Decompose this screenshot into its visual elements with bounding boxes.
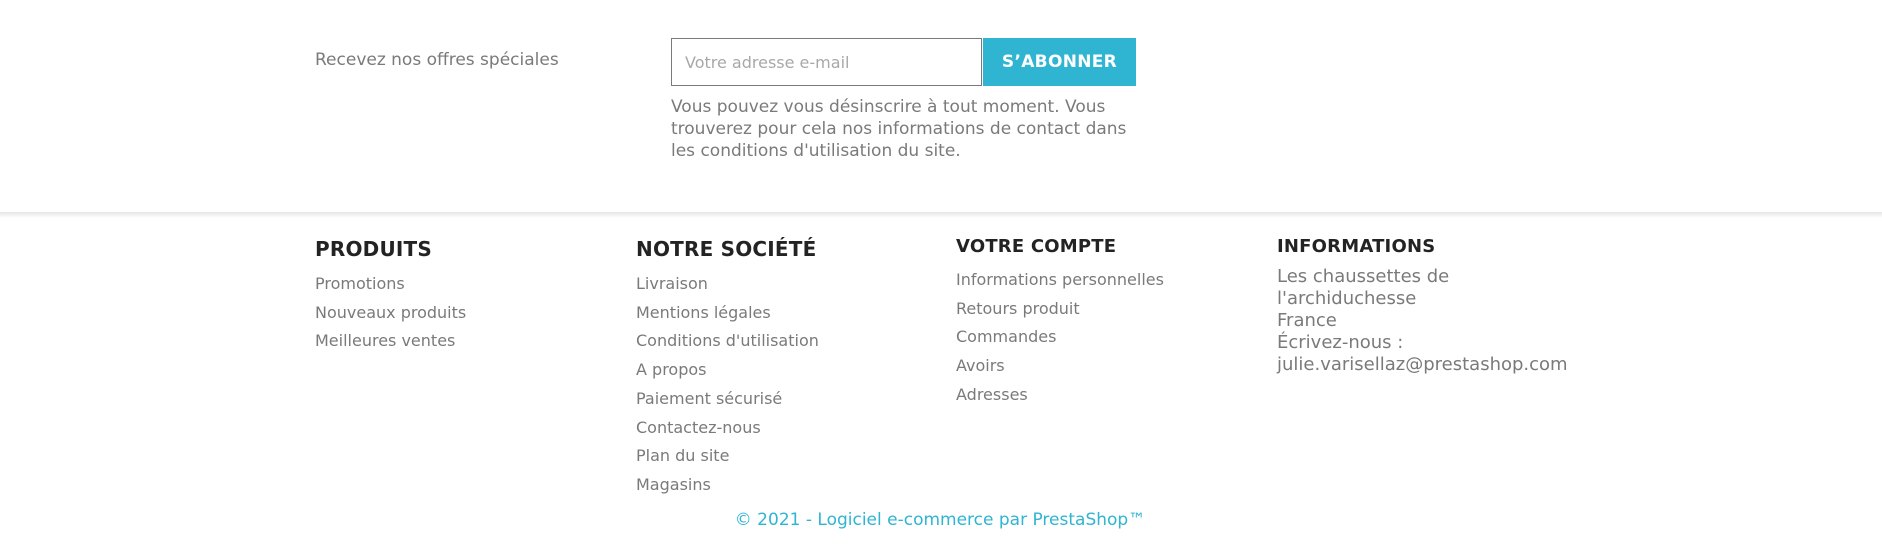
footer-link-contactez-nous[interactable]: Contactez-nous [636, 414, 819, 443]
footer-column-societe: NOTRE SOCIÉTÉ Livraison Mentions légales… [636, 234, 819, 500]
footer-link-plan-du-site[interactable]: Plan du site [636, 442, 819, 471]
store-name-line-2: l'archiduchesse [1277, 288, 1417, 309]
footer-column-informations: INFORMATIONS Les chaussettes de l'archid… [1277, 234, 1577, 376]
footer-heading-produits: PRODUITS [315, 237, 432, 261]
footer-link-magasins[interactable]: Magasins [636, 471, 819, 500]
footer-link-informations-personnelles[interactable]: Informations personnelles [956, 266, 1164, 295]
footer-heading-compte: VOTRE COMPTE [956, 236, 1117, 257]
copyright-link[interactable]: © 2021 - Logiciel e-commerce par PrestaS… [735, 510, 1145, 530]
contact-email[interactable]: julie.varisellaz@prestashop.com [1277, 354, 1577, 376]
footer-link-promotions[interactable]: Promotions [315, 270, 466, 299]
contact-label: Écrivez-nous : [1277, 332, 1404, 353]
footer-link-conditions[interactable]: Conditions d'utilisation [636, 327, 819, 356]
footer-divider [0, 212, 1882, 218]
footer-link-retours-produit[interactable]: Retours produit [956, 295, 1164, 324]
store-country: France [1277, 310, 1337, 331]
footer-link-a-propos[interactable]: A propos [636, 356, 819, 385]
subscribe-button[interactable]: S’ABONNER [983, 38, 1136, 86]
footer-column-produits: PRODUITS Promotions Nouveaux produits Me… [315, 234, 466, 356]
footer-link-commandes[interactable]: Commandes [956, 323, 1164, 352]
store-info: Les chaussettes de l'archiduchesse Franc… [1277, 266, 1577, 376]
footer-heading-informations: INFORMATIONS [1277, 236, 1436, 257]
email-input[interactable] [671, 38, 982, 86]
footer-heading-societe: NOTRE SOCIÉTÉ [636, 237, 817, 261]
footer-link-mentions-legales[interactable]: Mentions légales [636, 299, 819, 328]
footer-link-livraison[interactable]: Livraison [636, 270, 819, 299]
store-name-line-1: Les chaussettes de [1277, 266, 1450, 287]
footer-link-meilleures-ventes[interactable]: Meilleures ventes [315, 327, 466, 356]
footer-link-avoirs[interactable]: Avoirs [956, 352, 1164, 381]
unsubscribe-note: Vous pouvez vous désinscrire à tout mome… [671, 97, 1127, 161]
newsletter-section: Recevez nos offres spéciales S’ABONNER V… [0, 0, 1882, 212]
newsletter-label: Recevez nos offres spéciales [315, 50, 559, 70]
copyright: © 2021 - Logiciel e-commerce par PrestaS… [0, 510, 1882, 530]
footer-link-nouveaux-produits[interactable]: Nouveaux produits [315, 299, 466, 328]
footer-link-adresses[interactable]: Adresses [956, 381, 1164, 410]
footer-column-compte: VOTRE COMPTE Informations personnelles R… [956, 234, 1164, 410]
footer-link-paiement-securise[interactable]: Paiement sécurisé [636, 385, 819, 414]
